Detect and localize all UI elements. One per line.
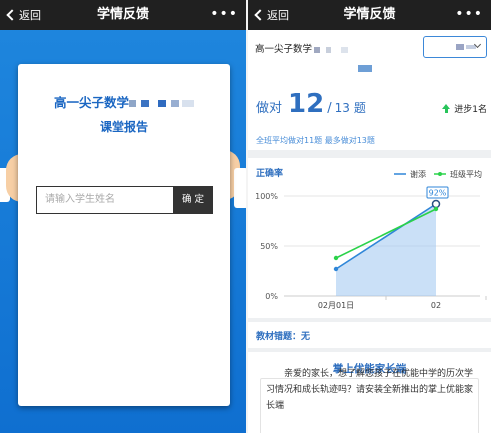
data-point <box>433 206 439 212</box>
correct-count: 12 <box>288 89 325 119</box>
progress-text: 进步1名 <box>454 105 487 115</box>
promo-text: 亲爱的家长，想了解您孩子在优能中学的历次学习情况和成长轨迹吗？请安装全新推出的掌… <box>266 369 474 411</box>
score: 做对 12 / 13 题 <box>256 89 366 119</box>
student-name-input[interactable]: 请输入学生姓名 <box>36 186 173 214</box>
course-title-text: 高一尖子数学 <box>53 95 129 110</box>
redacted-block <box>456 44 464 50</box>
course-title: 高一尖子数学 <box>18 92 230 111</box>
x-tick-label: 02 <box>431 301 441 310</box>
more-icon[interactable]: ••• <box>455 0 483 30</box>
accuracy-chart-panel: 正确率 0% 50% 100% 02月01日 02 92% 谢添 班级平均 <box>248 158 491 318</box>
wrong-questions-panel: 教材错题：无 <box>248 322 491 348</box>
legend-label: 班级平均 <box>450 169 482 179</box>
redacted-block <box>171 100 179 107</box>
up-arrow-icon <box>442 104 451 113</box>
progress-badge: 进步1名 <box>442 102 487 115</box>
score-slash: / <box>327 101 332 116</box>
legend-label: 谢添 <box>410 169 426 179</box>
left-screen: 返回 学情反馈 ••• 高一尖子数学 课堂报告 请输入学生姓名 确 定 <box>0 0 246 433</box>
score-prefix: 做对 <box>256 101 283 116</box>
x-tick-label: 02月01日 <box>318 301 354 310</box>
class-stats: 全班平均做对11题 最多做对13题 <box>256 136 375 145</box>
redacted-block <box>182 100 194 107</box>
data-label: 92% <box>429 189 447 198</box>
data-point <box>333 266 339 272</box>
redacted-block <box>358 65 372 72</box>
data-point <box>431 199 441 209</box>
redacted-block <box>158 100 166 107</box>
y-tick-label: 50% <box>260 242 278 251</box>
promo-panel: 掌上优能家长端 亲爱的家长，想了解您孩子在优能中学的历次学习情况和成长轨迹吗？请… <box>248 352 491 433</box>
score-suffix: 题 <box>353 101 366 115</box>
course-name: 高一尖子数学 <box>255 41 349 55</box>
lesson-select[interactable] <box>423 36 487 58</box>
accuracy-chart: 0% 50% 100% 02月01日 02 92% 谢添 班级平均 <box>255 169 487 310</box>
nav-bar: 返回 学情反馈 ••• <box>248 0 491 30</box>
name-form: 请输入学生姓名 确 定 <box>36 186 213 214</box>
result-panel: 高一尖子数学 做对 12 / 13 题 进步1名 全班平均做对11题 最多做对1… <box>248 30 491 150</box>
redacted-block <box>129 100 136 107</box>
right-screen: 返回 学情反馈 ••• 高一尖子数学 做对 12 / 13 题 进步1名 全班平… <box>248 0 491 433</box>
nav-bar: 返回 学情反馈 ••• <box>0 0 246 30</box>
y-tick-label: 100% <box>255 192 278 201</box>
legend-marker <box>438 172 442 176</box>
page-title: 学情反馈 <box>96 7 149 22</box>
course-name-text: 高一尖子数学 <box>255 44 313 55</box>
redacted-block <box>314 46 321 53</box>
redacted-block <box>141 100 149 107</box>
confirm-button[interactable]: 确 定 <box>173 186 213 214</box>
report-title: 课堂报告 <box>99 120 148 134</box>
wrong-questions: 教材错题：无 <box>256 332 311 342</box>
y-tick-label: 0% <box>265 292 278 301</box>
report-card: 高一尖子数学 课堂报告 请输入学生姓名 确 定 <box>18 64 230 406</box>
total-count: 13 <box>334 101 350 115</box>
data-point <box>333 255 339 261</box>
redacted-block <box>341 46 349 53</box>
redacted-block <box>326 46 332 53</box>
more-icon[interactable]: ••• <box>210 0 238 30</box>
